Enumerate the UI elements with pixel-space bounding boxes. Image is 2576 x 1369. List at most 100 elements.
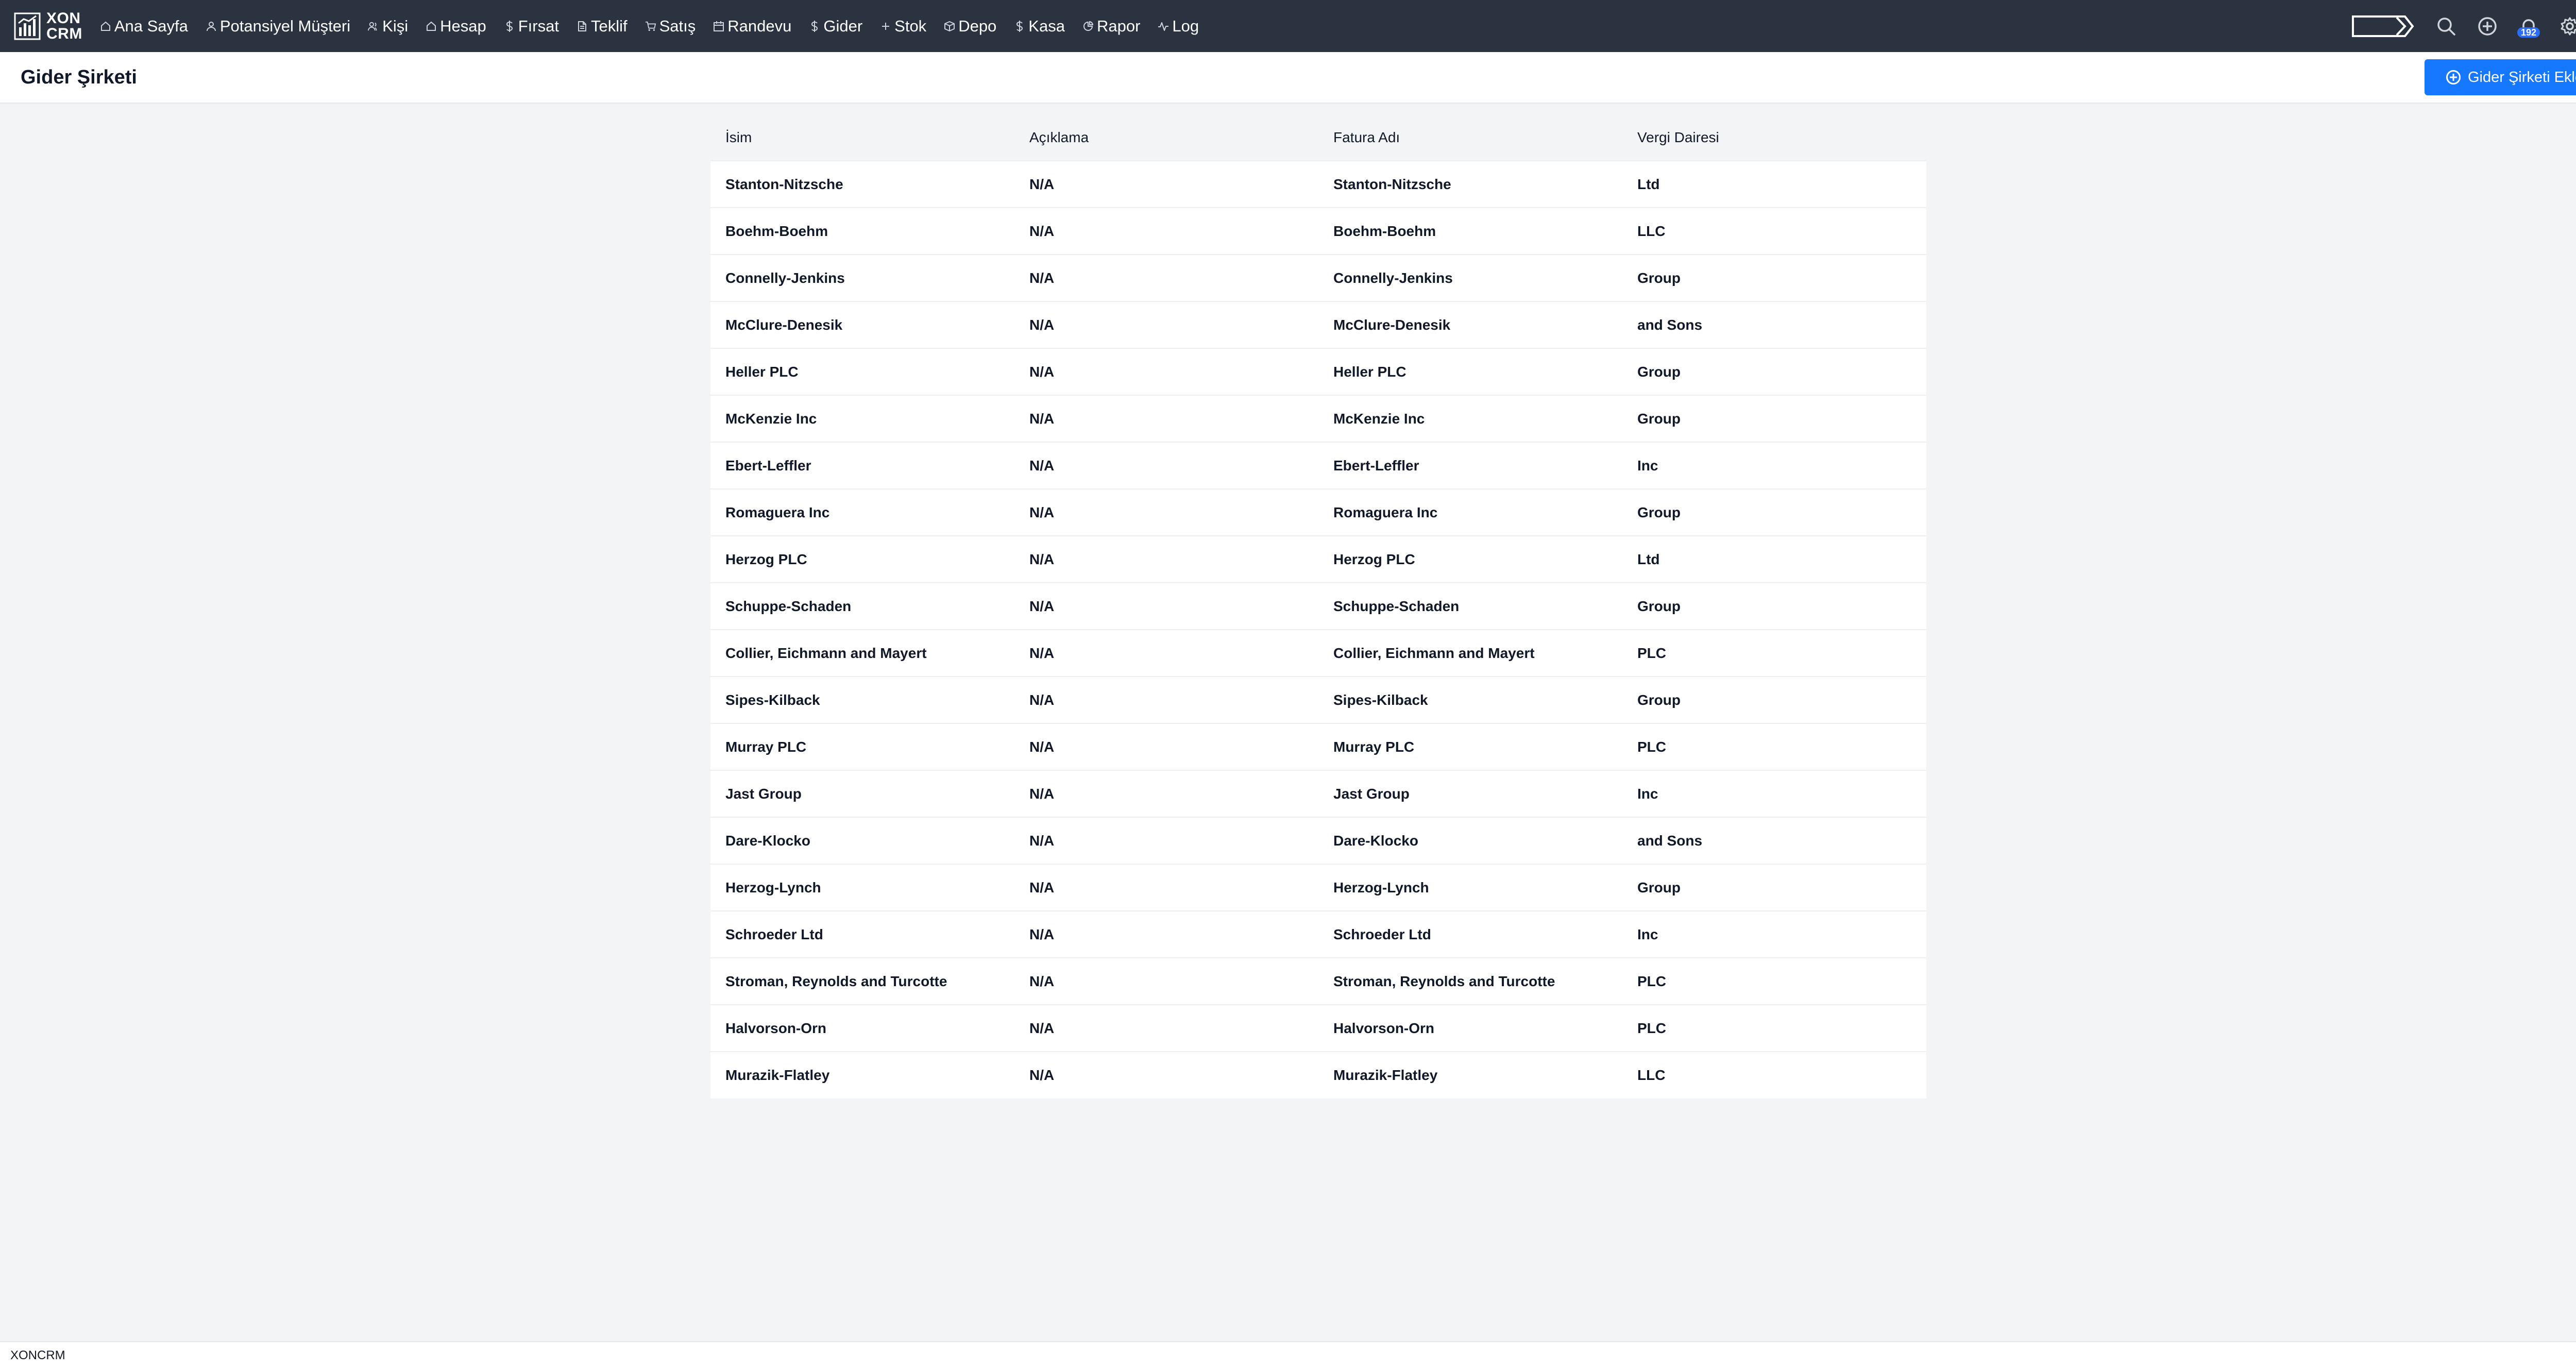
table-body: Stanton-Nitzsche N/A Stanton-Nitzsche Ltd Bo… xyxy=(710,161,1926,1098)
cell-tax-office: Group xyxy=(1637,269,1681,286)
page-header: Gider Şirketi Gider Şirketi Ekle xyxy=(0,52,2576,104)
nav-item-satis[interactable]: Satış xyxy=(645,17,696,36)
main-nav: Ana Sayfa Potansiyel Müşteri Kişi Hesap Fırs… xyxy=(100,17,1216,36)
footer: XONCRM xyxy=(0,1341,2576,1369)
nav-item-rapor[interactable]: Rapor xyxy=(1082,17,1140,36)
table-row[interactable]: Schuppe-Schaden N/A Schuppe-Schaden Group xyxy=(710,583,1926,630)
cell-name: Murazik-Flatley xyxy=(725,1067,830,1083)
cell-invoice-name: Murazik-Flatley xyxy=(1333,1067,1438,1083)
table-row[interactable]: Connelly-Jenkins N/A Connelly-Jenkins Group xyxy=(710,255,1926,301)
column-header-invoice-name[interactable]: Fatura Adı xyxy=(1318,115,1622,161)
cell-name: Stanton-Nitzsche xyxy=(725,176,843,192)
expense-company-table: İsim Açıklama Fatura Adı Vergi Dairesi S… xyxy=(710,115,1926,1098)
cell-invoice-name: Jast Group xyxy=(1333,785,1410,802)
nav-item-label: Kasa xyxy=(1028,16,1065,35)
table-row[interactable]: Murray PLC N/A Murray PLC PLC xyxy=(710,723,1926,770)
nav-item-firsat[interactable]: Fırsat xyxy=(504,17,559,36)
table-row[interactable]: McClure-Denesik N/A McClure-Denesik and Son… xyxy=(710,301,1926,348)
add-circle-icon[interactable] xyxy=(2477,16,2498,37)
table-row[interactable]: Herzog PLC N/A Herzog PLC Ltd xyxy=(710,536,1926,583)
table-row[interactable]: Murazik-Flatley N/A Murazik-Flatley LLC xyxy=(710,1052,1926,1098)
cell-description: N/A xyxy=(1029,926,1055,942)
nav-item-ana-sayfa[interactable]: Ana Sayfa xyxy=(100,17,188,36)
cell-tax-office: LLC xyxy=(1637,1067,1666,1083)
table-row[interactable]: McKenzie Inc N/A McKenzie Inc Group xyxy=(710,395,1926,442)
cell-invoice-name: Dare-Klocko xyxy=(1333,832,1418,849)
column-header-tax-office[interactable]: Vergi Dairesi xyxy=(1622,115,1926,161)
nav-item-label: Stok xyxy=(894,16,927,35)
table-row[interactable]: Boehm-Boehm N/A Boehm-Boehm LLC xyxy=(710,208,1926,255)
table-row[interactable]: Halvorson-Orn N/A Halvorson-Orn PLC xyxy=(710,1005,1926,1052)
column-header-description[interactable]: Açıklama xyxy=(1014,115,1318,161)
cell-name: Herzog-Lynch xyxy=(725,879,821,895)
cell-invoice-name: Connelly-Jenkins xyxy=(1333,269,1453,286)
cell-tax-office: Group xyxy=(1637,504,1681,520)
table-row[interactable]: Sipes-Kilback N/A Sipes-Kilback Group xyxy=(710,677,1926,723)
cell-tax-office: Group xyxy=(1637,691,1681,708)
nav-item-label: Depo xyxy=(958,16,997,35)
cell-description: N/A xyxy=(1029,504,1055,520)
nav-item-randevu[interactable]: Randevu xyxy=(713,17,791,36)
calendar-icon xyxy=(713,20,724,33)
table-row[interactable]: Romaguera Inc N/A Romaguera Inc Group xyxy=(710,489,1926,536)
cell-invoice-name: Murray PLC xyxy=(1333,738,1415,755)
cell-invoice-name: Sipes-Kilback xyxy=(1333,691,1428,708)
nav-item-kasa[interactable]: Kasa xyxy=(1014,17,1065,36)
sidebar-toggle-arrow-icon[interactable] xyxy=(2351,14,2415,38)
nav-item-label: Gider xyxy=(823,16,863,35)
table-row[interactable]: Collier, Eichmann and Mayert N/A Collier, … xyxy=(710,630,1926,677)
table-row[interactable]: Herzog-Lynch N/A Herzog-Lynch Group xyxy=(710,864,1926,911)
cell-invoice-name: Halvorson-Orn xyxy=(1333,1020,1435,1036)
cell-name: Ebert-Leffler xyxy=(725,457,811,474)
expense-company-table-card: İsim Açıklama Fatura Adı Vergi Dairesi S… xyxy=(710,115,1926,1098)
table-row[interactable]: Stroman, Reynolds and Turcotte N/A Stroman… xyxy=(710,958,1926,1005)
nav-item-log[interactable]: Log xyxy=(1158,17,1199,36)
nav-item-hesap[interactable]: Hesap xyxy=(426,17,486,36)
cell-tax-office: Group xyxy=(1637,363,1681,380)
table-row[interactable]: Stanton-Nitzsche N/A Stanton-Nitzsche Ltd xyxy=(710,161,1926,208)
nav-item-kisi[interactable]: Kişi xyxy=(368,17,408,36)
cell-description: N/A xyxy=(1029,269,1055,286)
cell-tax-office: and Sons xyxy=(1637,832,1703,849)
add-expense-company-button[interactable]: Gider Şirketi Ekle xyxy=(2424,59,2576,95)
cell-invoice-name: Stroman, Reynolds and Turcotte xyxy=(1333,973,1555,989)
cell-description: N/A xyxy=(1029,785,1055,802)
cell-name: Collier, Eichmann and Mayert xyxy=(725,645,927,661)
cell-name: Schroeder Ltd xyxy=(725,926,823,942)
brand-name: XON CRM xyxy=(46,10,82,42)
table-header-row: İsim Açıklama Fatura Adı Vergi Dairesi xyxy=(710,115,1926,161)
nav-item-label: Teklif xyxy=(590,16,628,35)
cell-description: N/A xyxy=(1029,832,1055,849)
search-icon[interactable] xyxy=(2436,16,2456,37)
nav-item-teklif[interactable]: Teklif xyxy=(577,17,628,36)
table-row[interactable]: Jast Group N/A Jast Group Inc xyxy=(710,770,1926,817)
cell-invoice-name: Boehm-Boehm xyxy=(1333,223,1436,239)
nav-item-label: Kişi xyxy=(382,16,409,35)
cell-tax-office: PLC xyxy=(1637,1020,1666,1036)
column-header-name[interactable]: İsim xyxy=(710,115,1014,161)
cell-invoice-name: Herzog-Lynch xyxy=(1333,879,1429,895)
nav-item-depo[interactable]: Depo xyxy=(944,17,996,36)
table-row[interactable]: Ebert-Leffler N/A Ebert-Leffler Inc xyxy=(710,442,1926,489)
nav-item-label: Hesap xyxy=(440,16,486,35)
cell-invoice-name: Schroeder Ltd xyxy=(1333,926,1431,942)
cell-name: Schuppe-Schaden xyxy=(725,598,852,614)
cell-description: N/A xyxy=(1029,551,1055,567)
cell-tax-office: Group xyxy=(1637,879,1681,895)
table-row[interactable]: Schroeder Ltd N/A Schroeder Ltd Inc xyxy=(710,911,1926,958)
cell-name: Romaguera Inc xyxy=(725,504,830,520)
cell-description: N/A xyxy=(1029,223,1055,239)
nav-item-potansiyel-musteri[interactable]: Potansiyel Müşteri xyxy=(206,17,350,36)
brand-logo[interactable]: XON CRM xyxy=(13,10,82,42)
cell-description: N/A xyxy=(1029,363,1055,380)
table-row[interactable]: Dare-Klocko N/A Dare-Klocko and Sons xyxy=(710,817,1926,864)
cell-tax-office: Inc xyxy=(1637,457,1658,474)
cell-name: McClure-Denesik xyxy=(725,316,843,333)
gear-icon[interactable] xyxy=(2560,16,2576,37)
nav-item-label: Rapor xyxy=(1096,16,1141,35)
nav-item-gider[interactable]: Gider xyxy=(809,17,862,36)
cell-name: Jast Group xyxy=(725,785,802,802)
bell-icon[interactable]: 192 xyxy=(2517,16,2540,38)
nav-item-stok[interactable]: Stok xyxy=(880,17,926,36)
table-row[interactable]: Heller PLC N/A Heller PLC Group xyxy=(710,348,1926,395)
